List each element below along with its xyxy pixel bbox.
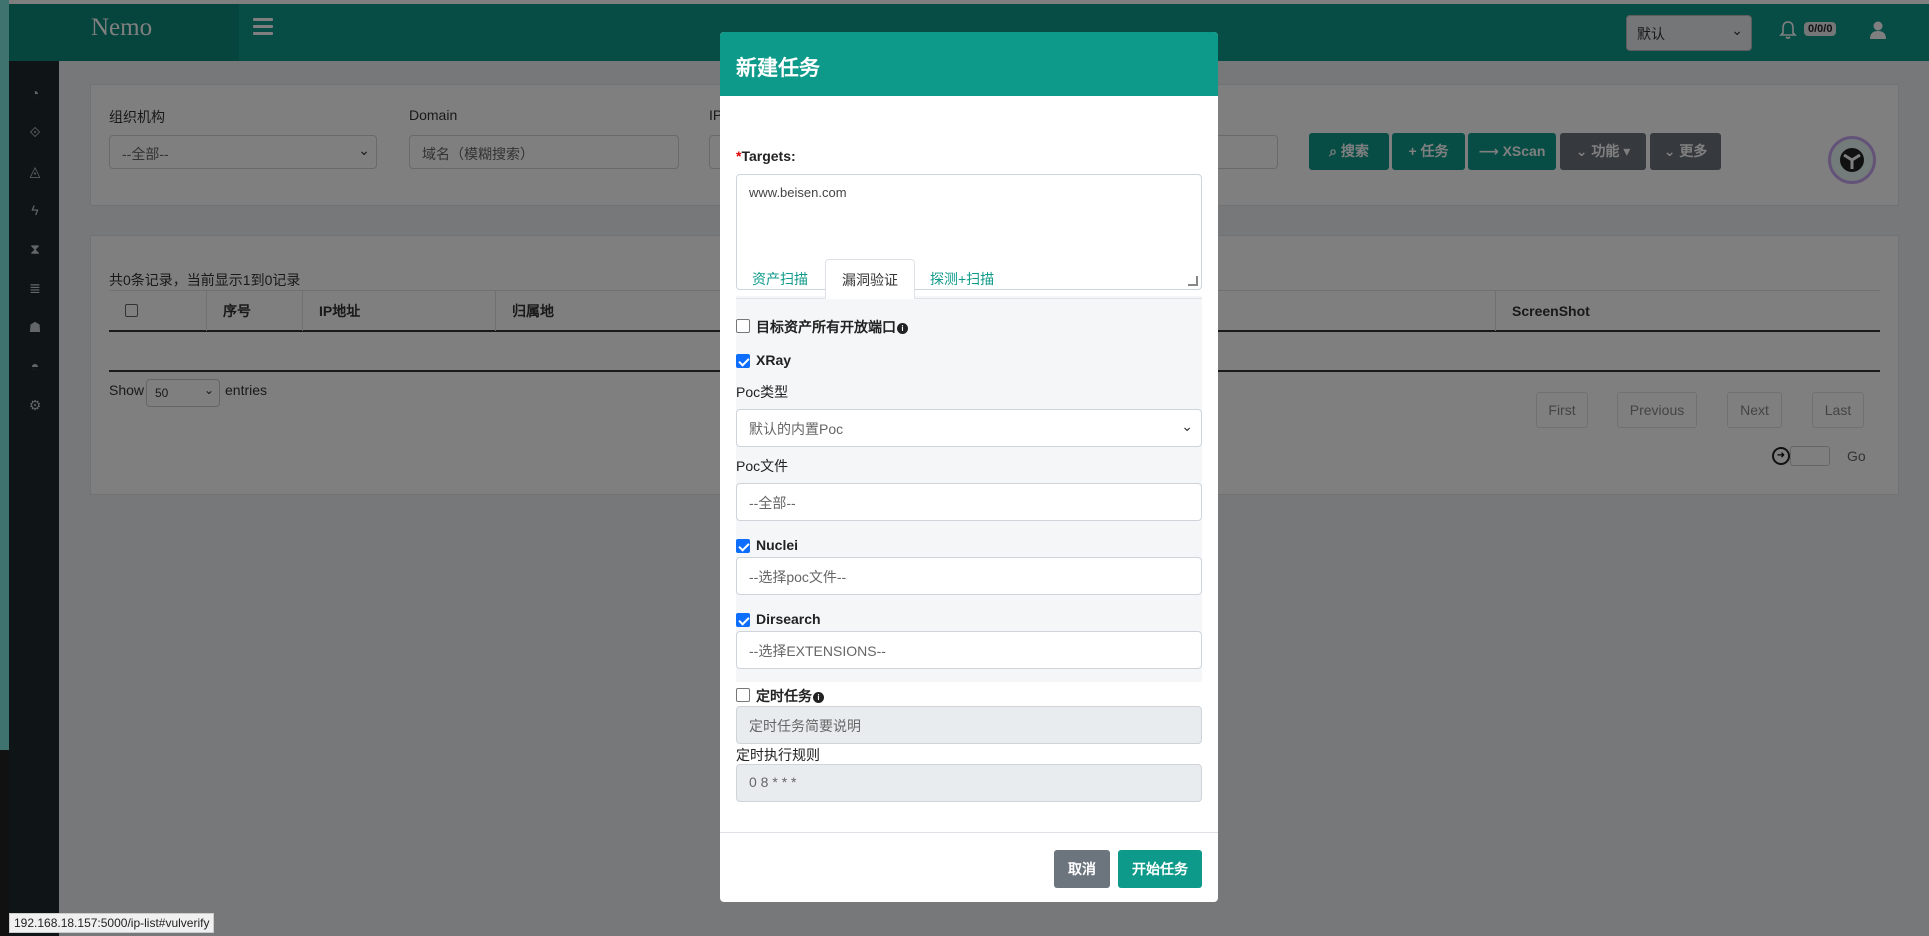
- modal-title: 新建任务: [720, 32, 1218, 96]
- targets-textarea[interactable]: www.beisen.com: [736, 174, 1202, 290]
- targets-label-text: Targets:: [741, 148, 796, 164]
- resize-handle[interactable]: [1188, 276, 1198, 286]
- status-bar-url: 192.168.18.157:5000/ip-list#vulverify: [9, 913, 215, 933]
- modal-body: *Targets: www.beisen.com: [720, 96, 1218, 866]
- targets-value: www.beisen.com: [749, 185, 847, 200]
- targets-label: *Targets:: [736, 148, 796, 164]
- new-task-modal: 新建任务 *Targets: www.beisen.com: [720, 32, 1218, 902]
